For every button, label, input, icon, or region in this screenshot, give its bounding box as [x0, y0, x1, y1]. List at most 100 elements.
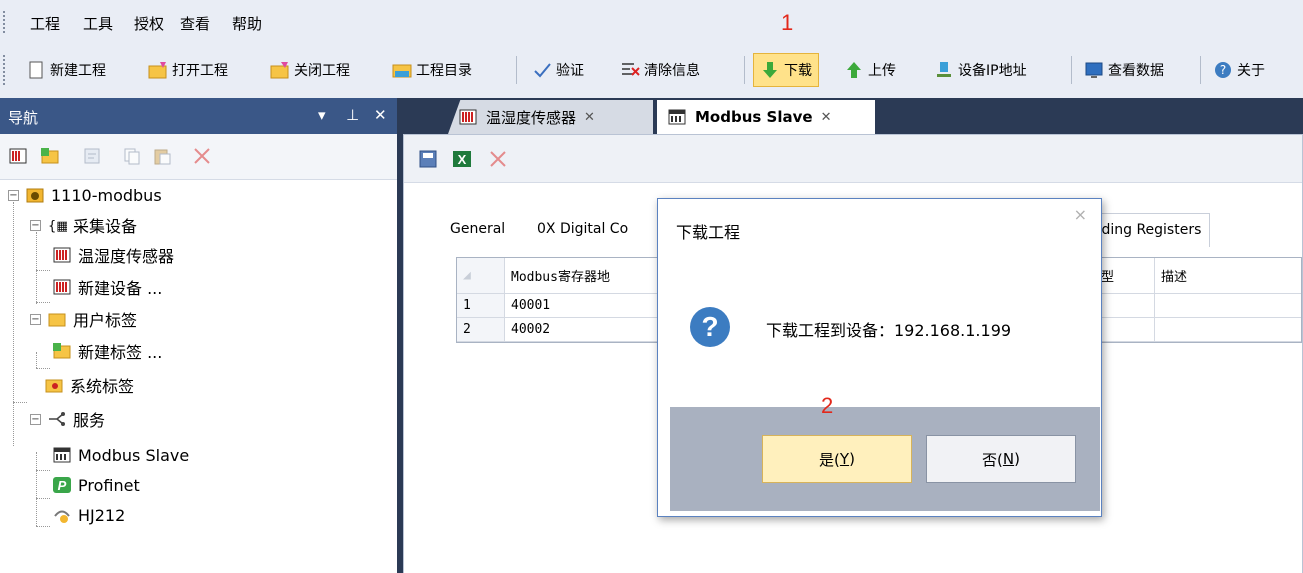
tree-node-hj212[interactable]: HJ212: [52, 500, 125, 530]
help-circle-icon: ?: [1213, 60, 1233, 80]
column-header-desc[interactable]: 描述: [1155, 258, 1303, 293]
yes-button[interactable]: 是(Y): [762, 435, 912, 483]
monitor-icon: [1084, 60, 1104, 80]
menu-tools[interactable]: 工具: [83, 13, 113, 34]
yes-paren: ): [849, 450, 855, 468]
download-project-dialog: 下载工程 × ? 下载工程到设备：192.168.1.199 2 是(Y) 否(…: [657, 198, 1102, 517]
delete-icon[interactable]: [192, 146, 212, 166]
main-toolbar: 新建工程 打开工程 关闭工程 工程目录 验证 清除信息 下载 上传 设备IP地址…: [0, 44, 1303, 98]
project-icon: [25, 185, 45, 205]
collapse-icon[interactable]: −: [30, 219, 41, 231]
tree-node-system-tags[interactable]: 系统标签: [30, 370, 134, 400]
toolbar-separator: [744, 56, 745, 84]
cell-desc[interactable]: [1155, 294, 1303, 317]
tree-node-user-tags[interactable]: − 用户标签: [30, 304, 137, 334]
device-icon: [52, 277, 72, 297]
about-button[interactable]: ? 关于: [1213, 53, 1265, 87]
dialog-close-icon[interactable]: ×: [1074, 205, 1087, 224]
tree-node-services[interactable]: − 服务: [30, 404, 105, 434]
menu-view[interactable]: 查看: [180, 13, 210, 34]
device-group-icon: {▦}: [47, 215, 77, 235]
menu-project[interactable]: 工程: [30, 13, 60, 34]
nav-dropdown-icon[interactable]: ▾: [318, 106, 326, 124]
tab-sensor[interactable]: 温湿度传感器 ✕: [448, 100, 653, 134]
tree-label-modbus-slave: Modbus Slave: [78, 445, 190, 465]
tree-node-device-sensor[interactable]: 温湿度传感器: [52, 240, 174, 270]
upload-button[interactable]: 上传: [844, 53, 896, 87]
tree-label-user-tags: 用户标签: [73, 311, 138, 330]
no-paren: ): [1014, 450, 1020, 468]
device-ip-label: 设备IP地址: [958, 63, 1027, 79]
delete-icon[interactable]: [488, 149, 508, 169]
view-data-button[interactable]: 查看数据: [1084, 53, 1164, 87]
subtab-digital-coils[interactable]: 0X Digital Co: [537, 221, 628, 237]
tab-close-icon[interactable]: ✕: [584, 110, 595, 125]
add-device-icon[interactable]: [8, 146, 28, 166]
toolbar-grip[interactable]: [2, 54, 7, 86]
paste-icon[interactable]: [152, 146, 172, 166]
new-project-button[interactable]: 新建工程: [26, 53, 106, 87]
tree-label-new-tag: 新建标签 ...: [78, 343, 163, 362]
dialog-message: 下载工程到设备：192.168.1.199: [766, 321, 1012, 340]
tag-folder-icon: [47, 309, 67, 329]
copy-icon[interactable]: [122, 146, 142, 166]
clear-info-label: 清除信息: [644, 63, 700, 79]
subtab-general[interactable]: General: [450, 221, 505, 237]
add-tag-icon[interactable]: [40, 146, 60, 166]
nav-pin-icon[interactable]: ⊥: [346, 106, 359, 124]
annotation-step-1: 1: [781, 10, 794, 35]
open-project-button[interactable]: 打开工程: [148, 53, 228, 87]
upload-label: 上传: [868, 63, 896, 79]
nav-title: 导航: [8, 109, 39, 127]
profinet-icon: P: [52, 475, 72, 495]
close-project-button[interactable]: 关闭工程: [270, 53, 350, 87]
tab-modbus-slave[interactable]: Modbus Slave ✕: [657, 100, 875, 134]
no-label: 否(: [982, 450, 1003, 469]
collapse-icon[interactable]: −: [30, 413, 41, 425]
document-tabs: 温湿度传感器 ✕ Modbus Slave ✕: [403, 98, 1303, 134]
services-icon: [47, 409, 67, 429]
upload-arrow-icon: [844, 60, 864, 80]
tree-label-collect-devices: 采集设备: [73, 217, 138, 236]
toolbar-separator: [1071, 56, 1072, 84]
device-ip-button[interactable]: 设备IP地址: [934, 53, 1027, 87]
tree-node-root[interactable]: − 1110-modbus: [8, 180, 162, 210]
download-button[interactable]: 下载: [753, 53, 819, 87]
network-device-icon: [934, 60, 954, 80]
project-dir-button[interactable]: 工程目录: [392, 53, 472, 87]
nav-close-icon[interactable]: ✕: [374, 106, 387, 124]
tree-node-profinet[interactable]: P Profinet: [52, 470, 140, 500]
tree-label-new-device: 新建设备 ...: [78, 279, 163, 298]
collapse-icon[interactable]: −: [30, 313, 41, 325]
nav-toolbar: [0, 134, 397, 180]
menu-license[interactable]: 授权: [134, 13, 164, 34]
cell-desc[interactable]: [1155, 318, 1303, 341]
menu-help[interactable]: 帮助: [232, 13, 262, 34]
properties-icon[interactable]: [82, 146, 102, 166]
tree-node-new-tag[interactable]: 新建标签 ...: [52, 336, 162, 366]
menu-grip[interactable]: [2, 10, 7, 34]
yes-hotkey: Y: [839, 450, 850, 468]
dialog-button-bar: 2 是(Y) 否(N): [670, 393, 1100, 511]
svg-text:P: P: [58, 478, 67, 493]
clear-info-button[interactable]: 清除信息: [620, 53, 700, 87]
no-button[interactable]: 否(N): [926, 435, 1076, 483]
cell-type[interactable]: [1095, 318, 1155, 341]
tab-close-icon[interactable]: ✕: [821, 110, 832, 125]
excel-icon[interactable]: X: [452, 149, 472, 169]
cell-type[interactable]: [1095, 294, 1155, 317]
modbus-icon: [52, 445, 72, 465]
row-number: 2: [457, 318, 505, 341]
device-icon: [52, 245, 72, 265]
svg-text:{▦}: {▦}: [48, 219, 67, 234]
tree-label-profinet: Profinet: [78, 475, 140, 495]
question-icon: ?: [690, 307, 730, 347]
collapse-icon[interactable]: −: [8, 189, 19, 201]
close-project-label: 关闭工程: [294, 63, 350, 79]
verify-button[interactable]: 验证: [532, 53, 584, 87]
tree-node-modbus-slave[interactable]: Modbus Slave: [52, 440, 189, 470]
tree-node-collect-devices[interactable]: − {▦} 采集设备: [30, 210, 137, 240]
column-header-type[interactable]: 型: [1095, 258, 1155, 293]
tree-node-new-device[interactable]: 新建设备 ...: [52, 272, 162, 302]
save-icon[interactable]: [418, 149, 438, 169]
